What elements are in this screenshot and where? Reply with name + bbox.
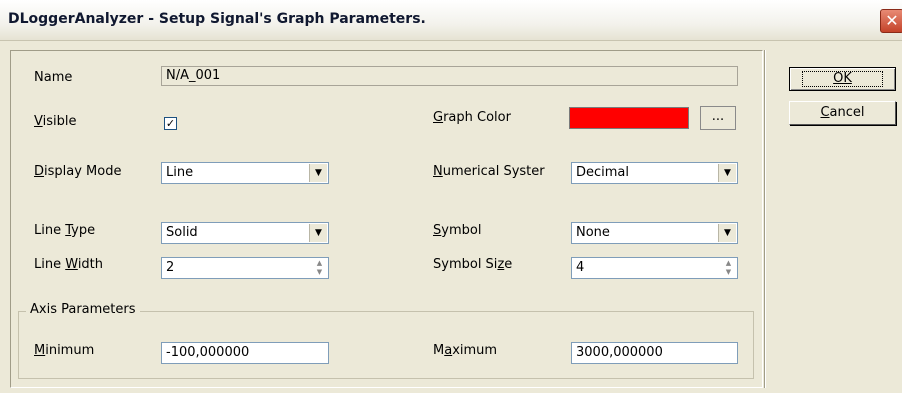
- name-field[interactable]: N/A_001: [161, 66, 738, 86]
- line-width-label: Line Width: [34, 257, 104, 272]
- chevron-down-icon[interactable]: ▼: [718, 164, 736, 182]
- maximum-label: Maximum: [433, 343, 498, 358]
- visible-label: Visible: [34, 114, 77, 129]
- chevron-down-icon[interactable]: ▼: [309, 164, 327, 182]
- maximum-input[interactable]: 3000,000000: [571, 342, 738, 364]
- minimum-label: Minimum: [34, 343, 95, 358]
- line-type-select[interactable]: Solid ▼: [161, 222, 329, 244]
- close-icon[interactable]: ✕: [880, 9, 902, 33]
- line-type-label: Line Type: [34, 223, 96, 238]
- spin-up-icon[interactable]: ▲: [721, 259, 736, 268]
- spin-up-icon[interactable]: ▲: [312, 259, 327, 268]
- cancel-button-label: Cancel: [820, 105, 865, 120]
- name-label: Name: [34, 70, 73, 85]
- symbol-value: None: [576, 225, 610, 240]
- symbol-size-stepper[interactable]: 4 ▲ ▼: [571, 257, 738, 279]
- title-bar[interactable]: DLoggerAnalyzer - Setup Signal's Graph P…: [0, 0, 902, 41]
- line-width-value: 2: [166, 260, 175, 275]
- line-type-value: Solid: [166, 225, 198, 240]
- ok-button[interactable]: OK: [789, 67, 896, 91]
- visible-checkbox[interactable]: ✓: [164, 117, 177, 130]
- dialog-window: DLoggerAnalyzer - Setup Signal's Graph P…: [0, 0, 902, 393]
- symbol-size-label: Symbol Size: [433, 257, 513, 272]
- spin-down-icon[interactable]: ▼: [721, 268, 736, 277]
- axis-parameters-legend: Axis Parameters: [26, 302, 140, 317]
- numerical-system-label: Numerical Syster: [433, 164, 545, 179]
- ok-button-label: OK: [802, 71, 883, 87]
- window-title: DLoggerAnalyzer - Setup Signal's Graph P…: [8, 11, 426, 27]
- graph-color-label: Graph Color: [433, 110, 511, 125]
- line-width-stepper[interactable]: 2 ▲ ▼: [161, 257, 329, 279]
- display-mode-value: Line: [166, 165, 194, 180]
- cancel-button[interactable]: Cancel: [789, 101, 896, 125]
- graph-color-swatch: [569, 107, 689, 129]
- spin-down-icon[interactable]: ▼: [312, 268, 327, 277]
- numerical-system-select[interactable]: Decimal ▼: [571, 162, 738, 184]
- symbol-label: Symbol: [433, 223, 482, 238]
- chevron-down-icon[interactable]: ▼: [309, 224, 327, 242]
- symbol-select[interactable]: None ▼: [571, 222, 738, 244]
- graph-color-button[interactable]: ...: [700, 106, 736, 130]
- display-mode-label: Display Mode: [34, 164, 122, 179]
- symbol-size-value: 4: [576, 260, 585, 275]
- numerical-system-value: Decimal: [576, 165, 630, 180]
- minimum-input[interactable]: -100,000000: [161, 342, 329, 364]
- panel-divider: [764, 50, 766, 388]
- chevron-down-icon[interactable]: ▼: [718, 224, 736, 242]
- display-mode-select[interactable]: Line ▼: [161, 162, 329, 184]
